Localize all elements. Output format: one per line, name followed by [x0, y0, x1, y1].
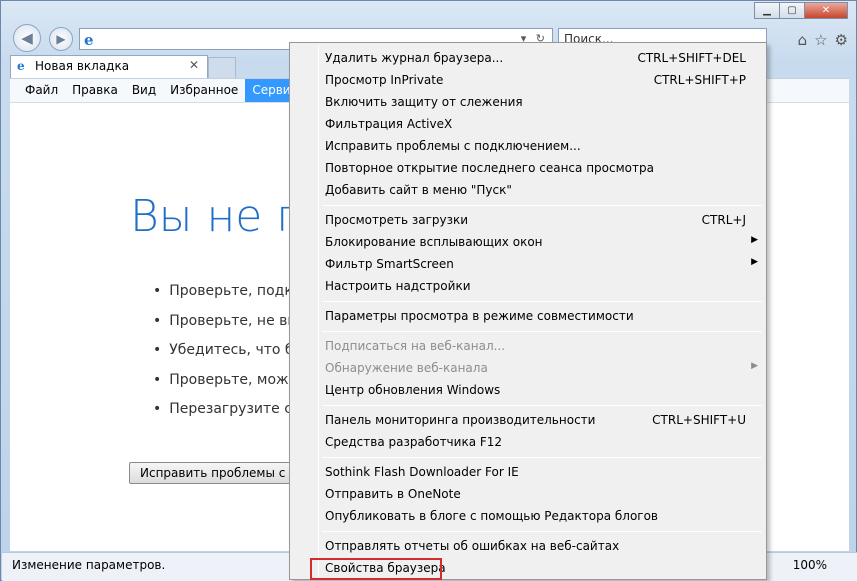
menu-item-popup-blocker[interactable]: Блокирование всплывающих окон ▶: [325, 231, 758, 253]
menu-item-downloads[interactable]: Просмотреть загрузки CTRL+J: [325, 209, 746, 231]
menu-item-label: Фильтрация ActiveX: [325, 117, 453, 131]
list-item: Перезагрузите св: [153, 401, 305, 431]
menu-item-activex-filtering[interactable]: Фильтрация ActiveX: [325, 113, 746, 135]
maximize-icon[interactable]: ▢: [779, 2, 805, 19]
menu-item-f12-tools[interactable]: Средства разработчика F12: [325, 431, 746, 453]
back-icon[interactable]: ◀: [13, 24, 41, 52]
list-item: Проверьте, може: [153, 372, 305, 402]
menu-item-inprivate[interactable]: Просмотр InPrivate CTRL+SHIFT+P: [325, 69, 746, 91]
menu-item-delete-history[interactable]: Удалить журнал браузера... CTRL+SHIFT+DE…: [325, 47, 746, 69]
menu-item-manage-addons[interactable]: Настроить надстройки: [325, 275, 746, 297]
menu-item-label: Опубликовать в блоге с помощью Редактора…: [325, 509, 659, 523]
menu-item-compatibility-view[interactable]: Параметры просмотра в режиме совместимос…: [325, 305, 746, 327]
menu-item-label: Центр обновления Windows: [325, 383, 501, 397]
submenu-arrow-icon: ▶: [751, 235, 758, 245]
menu-item-label: Повторное открытие последнего сеанса про…: [325, 161, 654, 175]
menu-item-label: Добавить сайт в меню "Пуск": [325, 183, 512, 197]
menu-item-blog-publish[interactable]: Опубликовать в блоге с помощью Редактора…: [325, 505, 746, 527]
favorites-star-icon[interactable]: ☆: [814, 31, 827, 49]
status-text: Изменение параметров.: [12, 558, 166, 572]
menu-item-shortcut: CTRL+J: [701, 213, 746, 227]
menu-item-label: Настроить надстройки: [325, 279, 471, 293]
menu-edit[interactable]: Правка: [65, 79, 125, 102]
menu-item-shortcut: CTRL+SHIFT+U: [652, 413, 746, 427]
menu-separator: [322, 405, 762, 406]
tools-dropdown-menu: Удалить журнал браузера... CTRL+SHIFT+DE…: [289, 42, 767, 580]
minimize-icon[interactable]: ▁: [754, 2, 780, 19]
menu-item-label: Параметры просмотра в режиме совместимос…: [325, 309, 634, 323]
menu-favorites[interactable]: Избранное: [163, 79, 245, 102]
ie-logo-icon: e: [84, 31, 94, 49]
menu-item-feed-discovery: Обнаружение веб-канала ▶: [325, 357, 758, 379]
menu-item-label: Sothink Flash Downloader For IE: [325, 465, 519, 479]
tab-new[interactable]: e Новая вкладка ✕: [10, 55, 208, 78]
menu-item-label: Просмотр InPrivate: [325, 73, 444, 87]
menu-item-label: Блокирование всплывающих окон: [325, 235, 543, 249]
menu-item-send-to-onenote[interactable]: Отправить в OneNote: [325, 483, 746, 505]
menu-item-label: Панель мониторинга производительности: [325, 413, 596, 427]
zoom-level[interactable]: 100%: [793, 558, 827, 572]
menu-item-sothink-downloader[interactable]: Sothink Flash Downloader For IE: [325, 461, 746, 483]
menu-item-label: Отправлять отчеты об ошибках на веб-сайт…: [325, 539, 620, 553]
new-tab-button[interactable]: [208, 57, 236, 78]
menu-item-smartscreen[interactable]: Фильтр SmartScreen ▶: [325, 253, 758, 275]
menu-item-windows-update[interactable]: Центр обновления Windows: [325, 379, 746, 401]
menu-item-label: Просмотреть загрузки: [325, 213, 469, 227]
menu-item-shortcut: CTRL+SHIFT+P: [653, 73, 746, 87]
menu-item-shortcut: CTRL+SHIFT+DEL: [637, 51, 746, 65]
command-icons: ⌂ ☆ ⚙: [798, 31, 848, 49]
menu-file[interactable]: Файл: [18, 79, 65, 102]
list-item: Проверьте, не вкл: [153, 313, 305, 343]
submenu-arrow-icon: ▶: [751, 361, 758, 371]
tab-ie-icon: e: [17, 59, 25, 73]
menu-item-label: Отправить в OneNote: [325, 487, 461, 501]
menu-item-label: Средства разработчика F12: [325, 435, 503, 449]
menu-item-add-to-start[interactable]: Добавить сайт в меню "Пуск": [325, 179, 746, 201]
gear-icon[interactable]: ⚙: [835, 31, 848, 49]
list-item: Проверьте, подкл: [153, 283, 305, 313]
menu-separator: [322, 457, 762, 458]
highlight-box: [310, 558, 442, 580]
list-item: Убедитесь, что бе: [153, 342, 305, 372]
menu-item-subscribe-feed: Подписаться на веб-канал...: [325, 335, 746, 357]
menu-separator: [322, 205, 762, 206]
menu-item-tracking-protection[interactable]: Включить защиту от слежения: [325, 91, 746, 113]
menu-separator: [322, 301, 762, 302]
menu-item-report-errors[interactable]: Отправлять отчеты об ошибках на веб-сайт…: [325, 535, 746, 557]
tab-close-icon[interactable]: ✕: [189, 58, 199, 72]
menu-view[interactable]: Вид: [125, 79, 163, 102]
page-title: Вы не п: [130, 191, 306, 242]
menu-item-label: Подписаться на веб-канал...: [325, 339, 506, 353]
suggestion-list: Проверьте, подкл Проверьте, не вкл Убеди…: [153, 283, 305, 431]
menu-item-performance-dashboard[interactable]: Панель мониторинга производительности CT…: [325, 409, 746, 431]
menu-item-reopen-session[interactable]: Повторное открытие последнего сеанса про…: [325, 157, 746, 179]
forward-icon[interactable]: ▶: [49, 27, 73, 51]
home-icon[interactable]: ⌂: [798, 31, 808, 49]
menu-gutter: [318, 45, 319, 577]
menu-item-label: Удалить журнал браузера...: [325, 51, 504, 65]
close-icon[interactable]: ✕: [804, 2, 848, 19]
menu-item-label: Включить защиту от слежения: [325, 95, 523, 109]
submenu-arrow-icon: ▶: [751, 257, 758, 267]
window-controls: ▁ ▢ ✕: [754, 2, 848, 19]
menu-separator: [322, 331, 762, 332]
menu-separator: [322, 531, 762, 532]
menu-item-label: Исправить проблемы с подключением...: [325, 139, 581, 153]
tab-title: Новая вкладка: [35, 59, 130, 73]
menu-item-fix-connection[interactable]: Исправить проблемы с подключением...: [325, 135, 746, 157]
menu-item-label: Фильтр SmartScreen: [325, 257, 454, 271]
menu-item-label: Обнаружение веб-канала: [325, 361, 488, 375]
